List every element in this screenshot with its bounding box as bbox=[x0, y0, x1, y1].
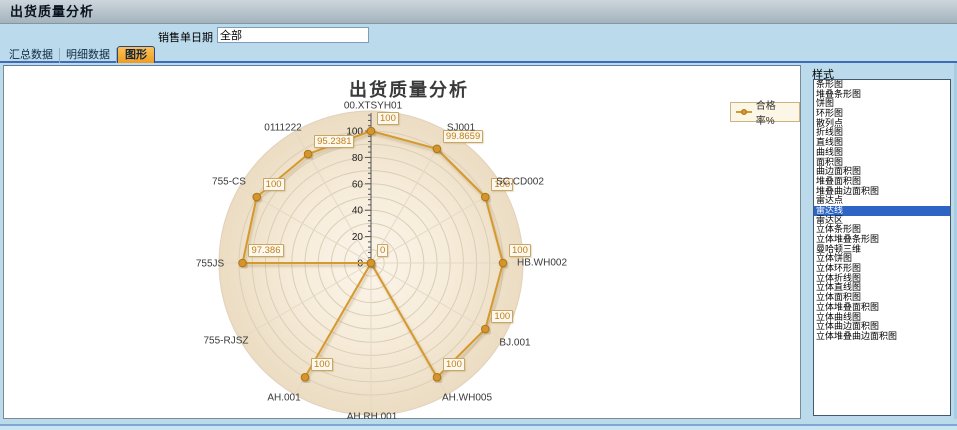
sales-date-input[interactable] bbox=[217, 27, 369, 43]
bottom-strip bbox=[0, 419, 957, 430]
svg-text:40: 40 bbox=[352, 206, 364, 217]
tab-graphics[interactable]: 图形 bbox=[117, 46, 155, 63]
window-titlebar: 出货质量分析 bbox=[0, 0, 957, 24]
svg-text:100: 100 bbox=[346, 127, 363, 138]
tab-detail-data[interactable]: 明细数据 bbox=[60, 48, 117, 63]
tabbar: 汇总数据 明细数据 图形 bbox=[3, 46, 155, 63]
style-listbox[interactable]: 条形图堆叠条形图饼图环形图散列点折线图直线图曲线图面积图曲边面积图堆叠面积图堆叠… bbox=[813, 79, 951, 416]
window-title: 出货质量分析 bbox=[10, 0, 94, 24]
svg-text:80: 80 bbox=[352, 153, 364, 164]
style-list-item[interactable]: 立体堆叠曲边面积图 bbox=[814, 332, 950, 342]
radar-chart: 020406080100 bbox=[4, 66, 800, 418]
style-list-item[interactable]: 堆叠条形图 bbox=[814, 90, 950, 100]
svg-text:20: 20 bbox=[352, 232, 364, 243]
sales-date-label: 销售单日期 bbox=[0, 29, 213, 45]
application-window: 出货质量分析 销售单日期 汇总数据 明细数据 图形 出货质量分析 合格率% 02… bbox=[0, 0, 957, 430]
svg-text:60: 60 bbox=[352, 179, 364, 190]
chart-panel: 出货质量分析 合格率% 020406080100 10099.865910010… bbox=[3, 65, 801, 419]
tab-summary-data[interactable]: 汇总数据 bbox=[3, 48, 60, 63]
